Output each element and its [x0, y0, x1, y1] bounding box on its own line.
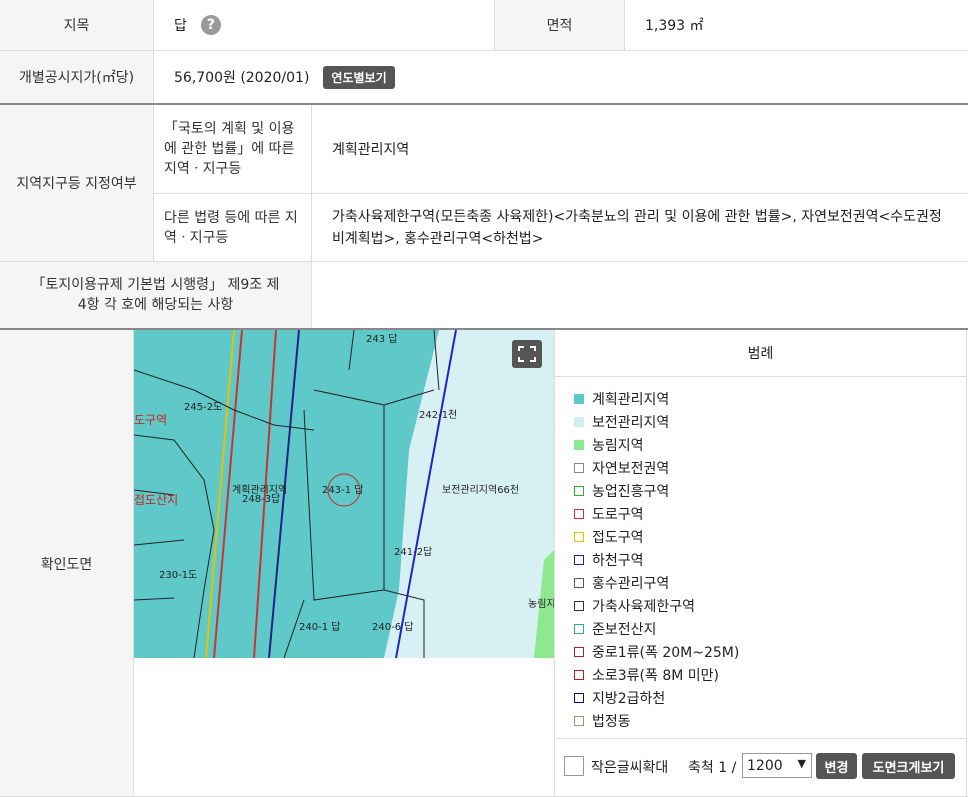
- legend-swatch: [574, 692, 584, 703]
- legend-swatch: [574, 715, 584, 726]
- map-label-road-zone: 도구역: [134, 413, 167, 427]
- legend-item: 준보전산지: [574, 617, 954, 640]
- zone-label: 지역지구등 지정여부: [0, 105, 154, 261]
- help-icon[interactable]: ?: [200, 15, 221, 35]
- legend-swatch: [574, 416, 584, 427]
- legend-swatch: [574, 669, 584, 680]
- legend-label: 소로3류(폭 8M 미만): [592, 667, 719, 684]
- legend-item: 가축사육제한구역: [574, 594, 954, 617]
- change-button[interactable]: 변경: [816, 753, 857, 779]
- legend-item: 지방2급하천: [574, 686, 954, 709]
- legend-swatch: [574, 393, 584, 404]
- legend-swatch: [574, 646, 584, 657]
- legend-item: 법정동: [574, 709, 954, 732]
- map-label-230-1: 230-1도: [159, 570, 197, 581]
- legend-item: 보전관리지역: [574, 410, 954, 433]
- legend-swatch: [574, 439, 584, 450]
- legend-swatch: [574, 623, 584, 634]
- legend-list: 계획관리지역보전관리지역농림지역자연보전권역농업진흥구역도로구역접도구역하천구역…: [574, 387, 954, 732]
- legend-item: 중로1류(폭 20M~25M): [574, 640, 954, 663]
- legend-item: 하천구역: [574, 548, 954, 571]
- legend-item: 농림지역: [574, 433, 954, 456]
- legend-item: 소로3류(폭 8M 미만): [574, 663, 954, 686]
- jimok-value-cell: 답 ?: [154, 0, 494, 50]
- jimok-value: 답: [174, 18, 187, 34]
- legend-label: 법정동: [592, 713, 631, 730]
- legend-label: 중로1류(폭 20M~25M): [592, 644, 740, 661]
- enlarge-map-button[interactable]: 도면크게보기: [862, 753, 955, 779]
- price-label: 개별공시지가(㎡당): [0, 51, 154, 103]
- map-label-preserve-area: 보전관리지역66천: [442, 484, 519, 496]
- legend-label: 접도구역: [592, 529, 644, 546]
- map-label-240-1: 240-1 답: [299, 621, 340, 633]
- map-label-242-1: 242-1천: [419, 409, 457, 421]
- scale-select[interactable]: 1200 ▼: [742, 753, 812, 778]
- legend-item: 자연보전권역: [574, 456, 954, 479]
- legend-swatch: [574, 508, 584, 519]
- zoom-checkbox[interactable]: [564, 756, 584, 776]
- legend-label: 농림지역: [592, 437, 644, 454]
- price-value-cell: 56,700원 (2020/01) 연도별보기: [154, 51, 968, 103]
- zone-sub1-value: 계획관리지역: [312, 105, 968, 193]
- legend-item: 도로구역: [574, 502, 954, 525]
- fullscreen-icon[interactable]: [512, 340, 542, 368]
- legend-title: 범례: [555, 330, 966, 377]
- legend-swatch: [574, 600, 584, 611]
- map-label-farmland: 농림지: [528, 598, 554, 610]
- map-label-240-6: 240-6 답: [372, 621, 413, 633]
- legend-label: 홍수관리구역: [592, 575, 670, 592]
- regulation-label-text: 「토지이용규제 기본법 시행령」 제9조 제4항 각 호에 해당되는 사항: [31, 277, 280, 313]
- zone-sub2-value-text: 가축사육제한구역(모든축종 사육제한)<가축분뇨의 관리 및 이용에 관한 법률…: [332, 208, 942, 247]
- area-value: 1,393 ㎡: [645, 18, 704, 34]
- legend-swatch: [574, 531, 584, 542]
- zone-sub1-label: 「국토의 계획 및 이용에 관한 법률」에 따른 지역ㆍ지구등: [154, 105, 312, 193]
- legend-label: 지방2급하천: [592, 690, 666, 707]
- legend-label: 가축사육제한구역: [592, 598, 696, 615]
- legend-swatch: [574, 485, 584, 496]
- legend-label: 보전관리지역: [592, 414, 670, 431]
- area-label: 면적: [494, 0, 625, 50]
- yearly-view-button[interactable]: 연도별보기: [323, 65, 395, 89]
- legend-label: 도로구역: [592, 506, 644, 523]
- zone-sub2-value: 가축사육제한구역(모든축종 사육제한)<가축분뇨의 관리 및 이용에 관한 법률…: [312, 194, 968, 261]
- legend-swatch: [574, 554, 584, 565]
- zone-sub1-label-text: 「국토의 계획 및 이용에 관한 법률」에 따른 지역ㆍ지구등: [164, 121, 295, 177]
- chevron-down-icon: ▼: [797, 757, 806, 770]
- legend-item: 접도구역: [574, 525, 954, 548]
- zone-sub2-label-text: 다른 법령 등에 따른 지역ㆍ지구등: [164, 209, 298, 246]
- map-section-label: 확인도면: [0, 330, 134, 797]
- legend-item: 홍수관리구역: [574, 571, 954, 594]
- confirm-map[interactable]: 245-2도 243-1 답 242-1천 241-2답 240-1 답 240…: [134, 330, 554, 658]
- legend-label: 하천구역: [592, 552, 644, 569]
- legend-label: 농업진흥구역: [592, 483, 670, 500]
- zone-sub1-value-text: 계획관리지역: [332, 142, 410, 158]
- price-value: 56,700원 (2020/01): [174, 70, 310, 86]
- zone-sub2-label: 다른 법령 등에 따른 지역ㆍ지구등: [154, 194, 312, 261]
- regulation-value: [312, 262, 968, 328]
- map-drawing: 245-2도 243-1 답 242-1천 241-2답 240-1 답 240…: [134, 330, 554, 658]
- legend-item: 계획관리지역: [574, 387, 954, 410]
- zoom-checkbox-label: 작은글씨확대: [591, 760, 669, 776]
- regulation-label: 「토지이용규제 기본법 시행령」 제9조 제4항 각 호에 해당되는 사항: [0, 262, 312, 328]
- map-label-248-3: 248-3답: [242, 493, 280, 505]
- jimok-label: 지목: [0, 0, 154, 50]
- map-label-241-2: 241-2답: [394, 546, 432, 558]
- legend-label: 자연보전권역: [592, 460, 670, 477]
- map-label-245-2: 245-2도: [184, 402, 222, 413]
- legend-label: 준보전산지: [592, 621, 657, 638]
- map-label-adjacent-zone: 접도산지: [134, 493, 178, 507]
- scale-label: 축척 1 /: [688, 760, 737, 776]
- legend-item: 농업진흥구역: [574, 479, 954, 502]
- legend-swatch: [574, 462, 584, 473]
- map-label-243-1: 243-1 답: [322, 484, 363, 496]
- map-label-243: 243 답: [366, 333, 397, 345]
- scale-select-value: 1200: [747, 757, 783, 774]
- legend-label: 계획관리지역: [592, 391, 670, 408]
- legend-swatch: [574, 577, 584, 588]
